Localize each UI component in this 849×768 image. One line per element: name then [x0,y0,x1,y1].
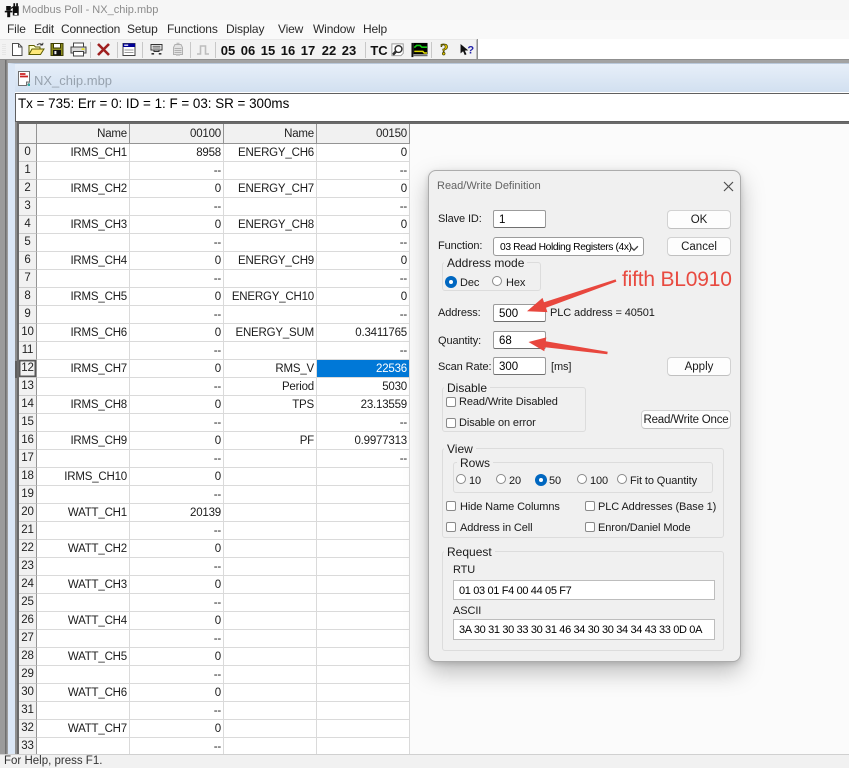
svg-text:?: ? [467,44,474,56]
svg-text:?: ? [440,41,449,59]
